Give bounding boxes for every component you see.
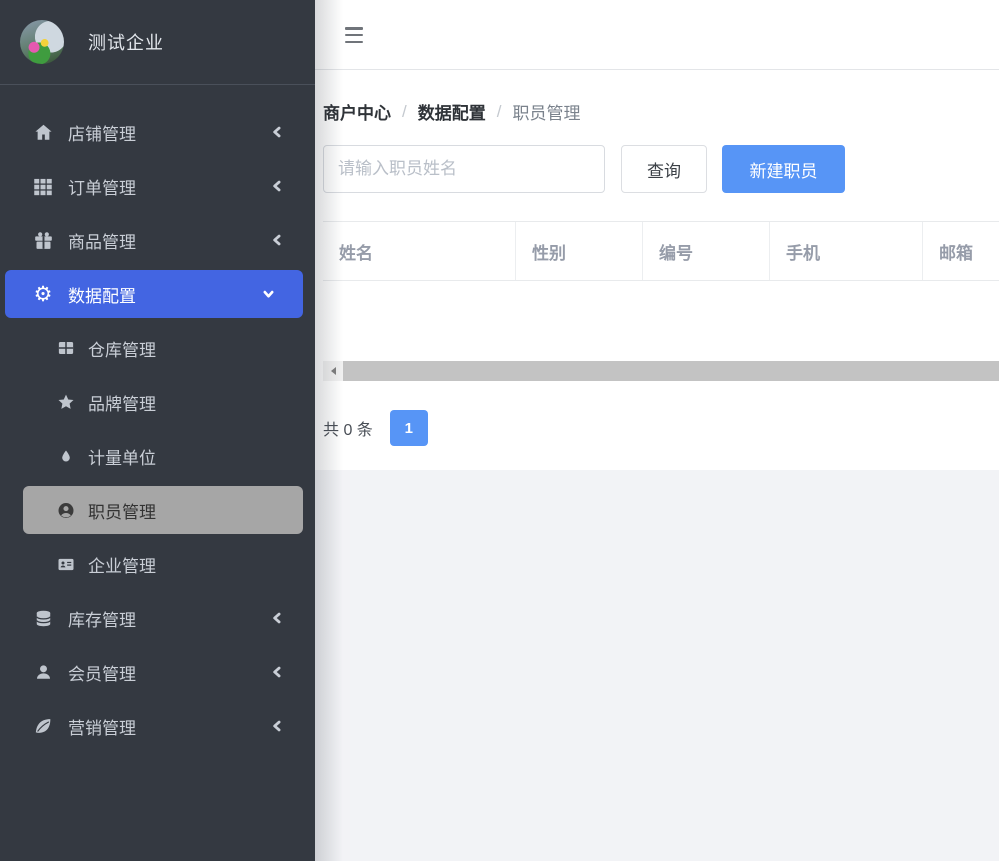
breadcrumb-separator: / (497, 102, 502, 122)
table-header-row: 姓名 性别 编号 手机 邮箱 (323, 221, 999, 281)
home-icon (32, 122, 54, 143)
sidebar-item-order-management[interactable]: 订单管理 (0, 162, 315, 210)
query-button[interactable]: 查询 (621, 145, 707, 193)
staff-table: 姓名 性别 编号 手机 邮箱 (323, 221, 999, 361)
create-staff-button[interactable]: 新建职员 (722, 145, 845, 193)
pagination-page-1-button[interactable]: 1 (390, 410, 428, 446)
staff-name-search-input[interactable] (323, 145, 605, 193)
sidebar-item-marketing-management[interactable]: 营销管理 (0, 702, 315, 750)
id-card-icon (57, 555, 75, 574)
table-header-gender: 性别 (516, 222, 643, 280)
sidebar-item-label: 数据配置 (68, 282, 136, 307)
sidebar-item-label: 计量单位 (88, 444, 156, 469)
user-circle-icon (57, 501, 75, 520)
sidebar-item-label: 品牌管理 (88, 390, 156, 415)
chevron-left-icon (270, 664, 283, 680)
table-header-number: 编号 (643, 222, 770, 280)
sidebar-header: 测试企业 (0, 0, 315, 85)
sidebar-item-store-management[interactable]: 店铺管理 (0, 108, 315, 156)
sidebar-item-label: 店铺管理 (68, 120, 136, 145)
table-header-name: 姓名 (323, 222, 516, 280)
leaf-icon (32, 716, 54, 736)
sidebar-item-label: 仓库管理 (88, 336, 156, 361)
sidebar-menu: 店铺管理 订单管理 (0, 85, 315, 750)
grid-icon (32, 176, 54, 196)
hamburger-menu-icon[interactable] (345, 27, 363, 43)
sidebar-item-warehouse-management[interactable]: 仓库管理 (0, 324, 315, 372)
user-icon (32, 662, 54, 682)
database-icon (32, 608, 54, 629)
table-icon (57, 339, 75, 357)
company-logo (20, 20, 64, 64)
topbar (315, 0, 999, 70)
breadcrumb-data-config[interactable]: 数据配置 (418, 99, 486, 124)
sidebar-item-member-management[interactable]: 会员管理 (0, 648, 315, 696)
horizontal-scrollbar[interactable] (323, 361, 999, 381)
main-content: 商户中心 / 数据配置 / 职员管理 查询 新建职员 姓名 性别 编号 手机 邮… (315, 0, 999, 861)
table-header-mobile: 手机 (770, 222, 923, 280)
pagination-total-label: 共 0 条 (323, 416, 373, 440)
pagination: 共 0 条 1 (323, 410, 428, 446)
scrollbar-thumb[interactable] (343, 361, 999, 381)
sidebar-item-label: 会员管理 (68, 660, 136, 685)
chevron-left-icon (270, 232, 283, 248)
chevron-left-icon (270, 610, 283, 626)
sidebar: 测试企业 店铺管理 订单管 (0, 0, 315, 861)
sidebar-item-enterprise-management[interactable]: 企业管理 (0, 540, 315, 588)
droplet-icon (57, 447, 75, 465)
company-name: 测试企业 (88, 29, 164, 55)
sidebar-item-data-config[interactable]: ⚙ 数据配置 (5, 270, 303, 318)
gear-icon: ⚙ (32, 284, 54, 305)
gift-icon (32, 230, 54, 251)
table-body-empty (323, 281, 999, 361)
chevron-down-icon (261, 287, 276, 301)
breadcrumb-current-page: 职员管理 (512, 99, 580, 124)
sidebar-item-label: 职员管理 (88, 498, 156, 523)
sidebar-item-inventory-management[interactable]: 库存管理 (0, 594, 315, 642)
breadcrumb: 商户中心 / 数据配置 / 职员管理 (323, 99, 580, 124)
app-window: 测试企业 店铺管理 订单管 (0, 0, 999, 861)
chevron-left-icon (270, 178, 283, 194)
star-icon (57, 393, 75, 411)
breadcrumb-separator: / (402, 102, 407, 122)
sidebar-item-label: 库存管理 (68, 606, 136, 631)
sidebar-item-label: 营销管理 (68, 714, 136, 739)
sidebar-item-brand-management[interactable]: 品牌管理 (0, 378, 315, 426)
chevron-left-icon (270, 718, 283, 734)
breadcrumb-merchant-center[interactable]: 商户中心 (323, 99, 391, 124)
sidebar-item-label: 企业管理 (88, 552, 156, 577)
sidebar-item-label: 订单管理 (68, 174, 136, 199)
sidebar-item-label: 商品管理 (68, 228, 136, 253)
sidebar-item-staff-management[interactable]: 职员管理 (23, 486, 303, 534)
sidebar-item-product-management[interactable]: 商品管理 (0, 216, 315, 264)
table-header-email: 邮箱 (923, 222, 999, 280)
chevron-left-icon (270, 124, 283, 140)
scrollbar-left-arrow-icon[interactable] (323, 361, 343, 381)
sidebar-item-measure-units[interactable]: 计量单位 (0, 432, 315, 480)
